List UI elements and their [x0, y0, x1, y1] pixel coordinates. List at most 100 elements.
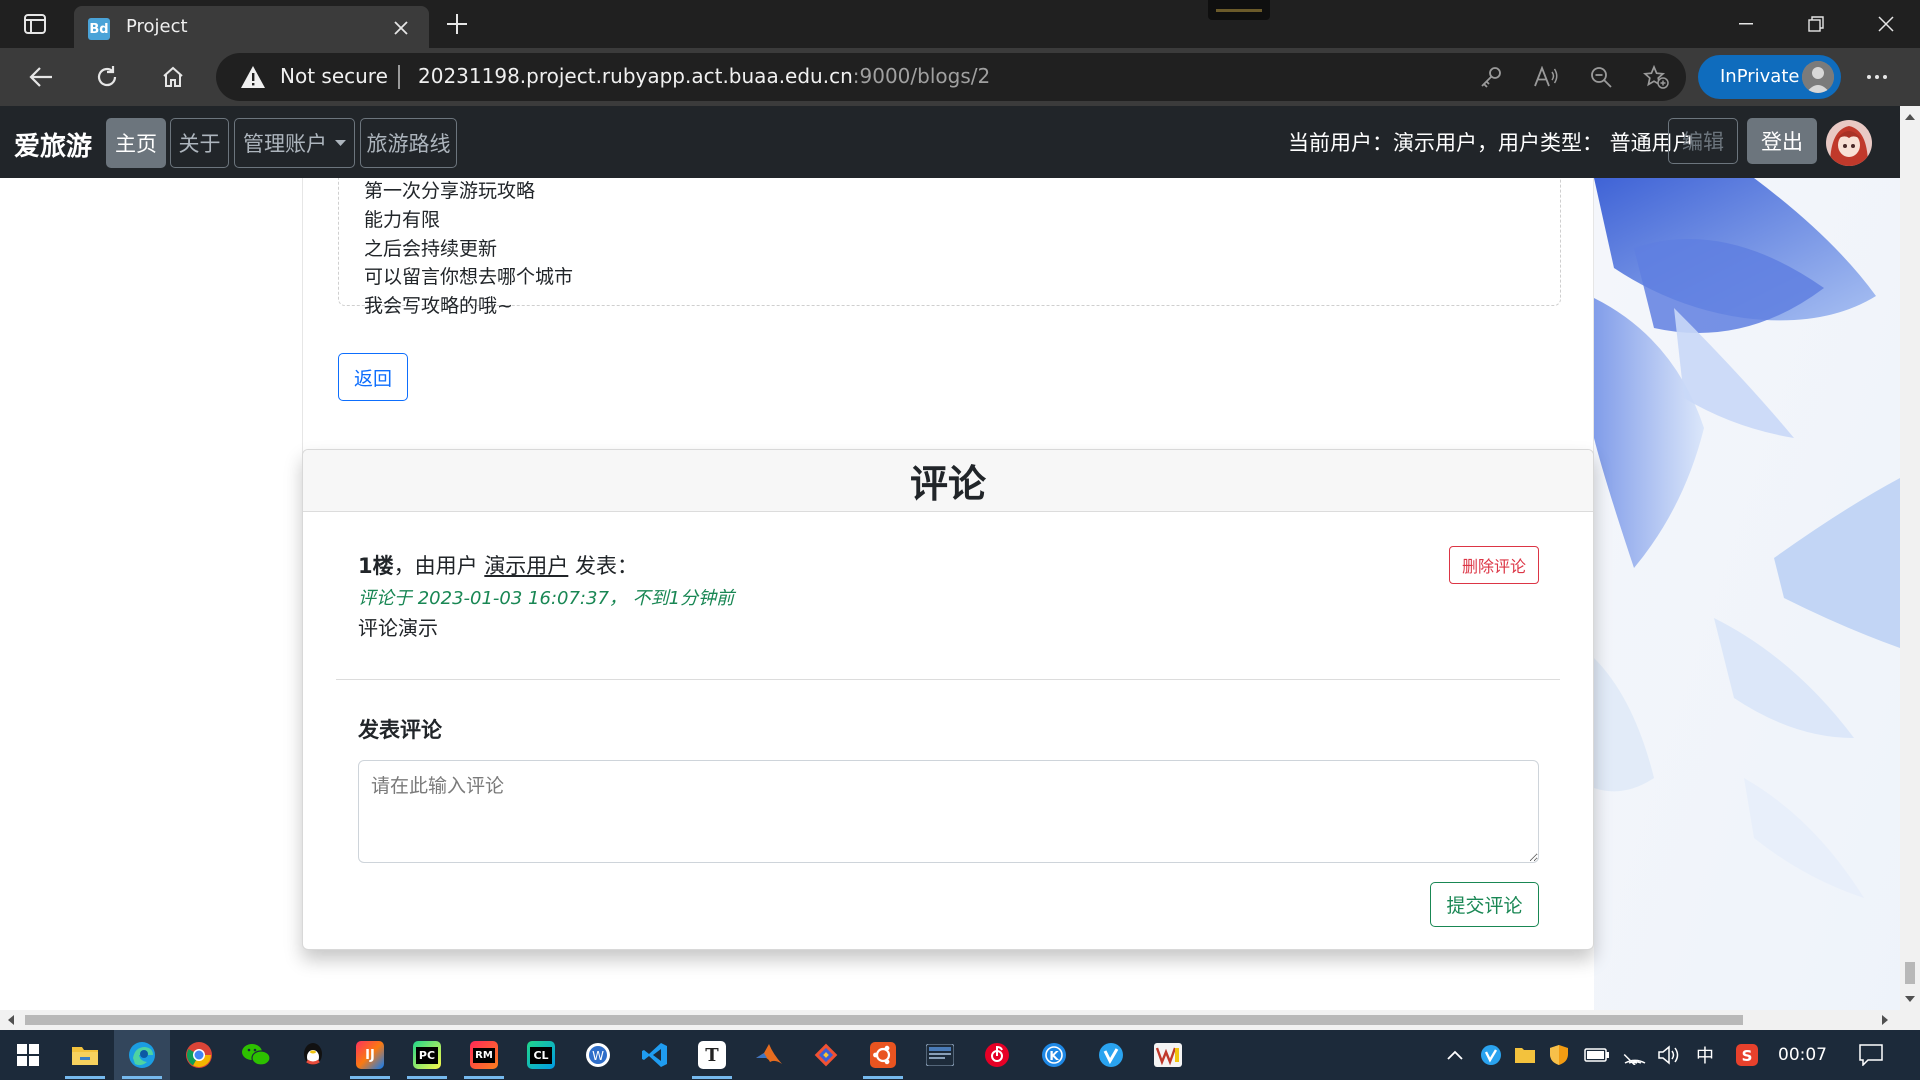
- profile-avatar-icon: [1802, 61, 1834, 93]
- taskbar-clion[interactable]: CL: [513, 1030, 569, 1080]
- add-favorite-icon[interactable]: [1641, 63, 1671, 91]
- comment-input[interactable]: [358, 760, 1539, 863]
- tray-tim-icon[interactable]: [1478, 1043, 1504, 1067]
- taskbar-edge[interactable]: [114, 1030, 170, 1080]
- chrome-icon: [186, 1042, 212, 1068]
- scroll-down-arrow-icon[interactable]: [1900, 990, 1920, 1008]
- tray-folder-icon[interactable]: [1512, 1043, 1538, 1067]
- refresh-icon[interactable]: [88, 58, 126, 96]
- taskbar-ubuntu[interactable]: [855, 1030, 911, 1080]
- key-icon[interactable]: [1476, 63, 1506, 91]
- security-status-label[interactable]: Not secure: [280, 64, 388, 88]
- taskbar-tim[interactable]: [1083, 1030, 1139, 1080]
- edge-browser-icon: [129, 1042, 155, 1068]
- typora-icon: T: [698, 1041, 726, 1069]
- taskbar-pycharm[interactable]: PC: [399, 1030, 455, 1080]
- taskbar-typora[interactable]: T: [684, 1030, 740, 1080]
- comment-by-prefix: ，由用户: [393, 554, 485, 578]
- taskbar-wechat[interactable]: [228, 1030, 284, 1080]
- mysql-workbench-icon: [926, 1044, 954, 1066]
- scroll-right-arrow-icon[interactable]: [1876, 1010, 1894, 1030]
- start-button[interactable]: [0, 1030, 56, 1080]
- logout-button[interactable]: 登出: [1747, 118, 1817, 164]
- user-avatar[interactable]: [1826, 120, 1872, 166]
- tab-strip: Bd Project: [0, 0, 1920, 48]
- warning-triangle-icon[interactable]: [240, 65, 266, 89]
- browser-tab-active[interactable]: Bd Project: [74, 6, 429, 48]
- delete-comment-button[interactable]: 删除评论: [1449, 546, 1539, 584]
- site-brand[interactable]: 爱旅游: [14, 126, 92, 163]
- window-close-icon[interactable]: [1852, 0, 1920, 48]
- taskbar-wps[interactable]: [1140, 1030, 1196, 1080]
- vertical-scrollbar[interactable]: [1900, 106, 1920, 1010]
- tab-close-icon[interactable]: [390, 17, 412, 39]
- nav-accounts-dropdown[interactable]: 管理账户: [234, 118, 355, 168]
- scroll-left-arrow-icon[interactable]: [2, 1010, 20, 1030]
- tab-actions-button[interactable]: [14, 10, 56, 38]
- comment-author-link[interactable]: 演示用户: [484, 554, 568, 578]
- tray-shield-icon[interactable]: [1546, 1043, 1572, 1067]
- matlab-icon: [756, 1044, 782, 1064]
- window-restore-icon[interactable]: [1782, 0, 1850, 48]
- blog-body-line: 第一次分享游玩攻略: [364, 180, 536, 202]
- taskbar-kugou[interactable]: K: [1026, 1030, 1082, 1080]
- scroll-up-arrow-icon[interactable]: [1900, 108, 1920, 126]
- taskbar-rubymine[interactable]: RM: [456, 1030, 512, 1080]
- taskbar-file-explorer[interactable]: [57, 1030, 113, 1080]
- taskbar-git[interactable]: [798, 1030, 854, 1080]
- submit-comment-button[interactable]: 提交评论: [1430, 882, 1539, 927]
- wps-icon: [1154, 1043, 1182, 1067]
- pycharm-icon: PC: [413, 1041, 441, 1069]
- horizontal-scrollbar[interactable]: [0, 1010, 1900, 1030]
- new-tab-plus-icon[interactable]: [440, 10, 474, 38]
- window-minimize-icon[interactable]: [1712, 0, 1780, 48]
- intellij-idea-icon: IJ: [356, 1041, 384, 1069]
- tray-overflow-chevron-icon[interactable]: [1442, 1043, 1468, 1067]
- nav-routes-button[interactable]: 旅游路线: [360, 118, 457, 168]
- tab-favicon-icon: Bd: [88, 18, 110, 40]
- taskbar-chrome[interactable]: [171, 1030, 227, 1080]
- tray-battery-icon[interactable]: [1584, 1043, 1610, 1067]
- back-button[interactable]: 返回: [338, 353, 408, 401]
- blog-body-line: 之后会持续更新: [364, 238, 498, 260]
- clion-icon: CL: [527, 1041, 555, 1069]
- tray-ime-indicator[interactable]: 中: [1692, 1043, 1718, 1067]
- comments-header: 评论: [303, 450, 1593, 512]
- read-aloud-icon[interactable]: [1531, 63, 1561, 91]
- taskbar-mysql-workbench[interactable]: [912, 1030, 968, 1080]
- taskbar-qq[interactable]: [285, 1030, 341, 1080]
- folder-icon: [72, 1047, 98, 1065]
- notification-center-icon[interactable]: [1856, 1043, 1886, 1067]
- nav-home-button[interactable]: 主页: [106, 118, 166, 168]
- taskbar-netease-music[interactable]: [969, 1030, 1025, 1080]
- browser-toolbar: Not secure 20231198.project.rubyapp.act.…: [0, 48, 1920, 106]
- url-path: :9000/blogs/2: [852, 64, 991, 88]
- taskbar-vscode[interactable]: [627, 1030, 683, 1080]
- back-arrow-icon[interactable]: [22, 58, 60, 96]
- comment-text: 评论演示: [358, 616, 438, 640]
- vertical-scroll-thumb[interactable]: [1905, 962, 1915, 984]
- tray-volume-icon[interactable]: [1656, 1043, 1682, 1067]
- edit-button[interactable]: 编辑: [1668, 118, 1738, 164]
- inprivate-button[interactable]: InPrivate: [1698, 55, 1841, 99]
- settings-more-icon[interactable]: [1858, 58, 1896, 96]
- tray-clock[interactable]: 00:07: [1778, 1045, 1827, 1065]
- zoom-out-icon[interactable]: [1586, 63, 1616, 91]
- nav-about-button[interactable]: 关于: [170, 118, 229, 168]
- netease-music-icon: [985, 1043, 1009, 1067]
- page-viewport: 第一次分享游玩攻略 能力有限 之后会持续更新 可以留言你想去哪个城市 我会写攻略…: [0, 106, 1920, 1030]
- caret-down-icon: [335, 139, 346, 147]
- url-text[interactable]: 20231198.project.rubyapp.act.buaa.edu.cn…: [418, 64, 990, 88]
- comment-by-suffix: 发表：: [568, 554, 638, 578]
- taskbar-wps-writer[interactable]: W: [570, 1030, 626, 1080]
- home-icon[interactable]: [154, 58, 192, 96]
- taskbar-intellij-idea[interactable]: IJ: [342, 1030, 398, 1080]
- tray-sogou-ime-icon[interactable]: S: [1734, 1043, 1760, 1067]
- comment-timestamp: 评论于 2023-01-03 16:07:37， 不到1分钟前: [358, 588, 735, 609]
- tray-wifi-icon[interactable]: [1622, 1043, 1648, 1067]
- address-bar[interactable]: Not secure 20231198.project.rubyapp.act.…: [216, 53, 1686, 101]
- taskbar-matlab[interactable]: [741, 1030, 797, 1080]
- horizontal-scroll-thumb[interactable]: [25, 1015, 1743, 1025]
- ubuntu-icon: [870, 1042, 896, 1068]
- wechat-icon: [242, 1044, 271, 1066]
